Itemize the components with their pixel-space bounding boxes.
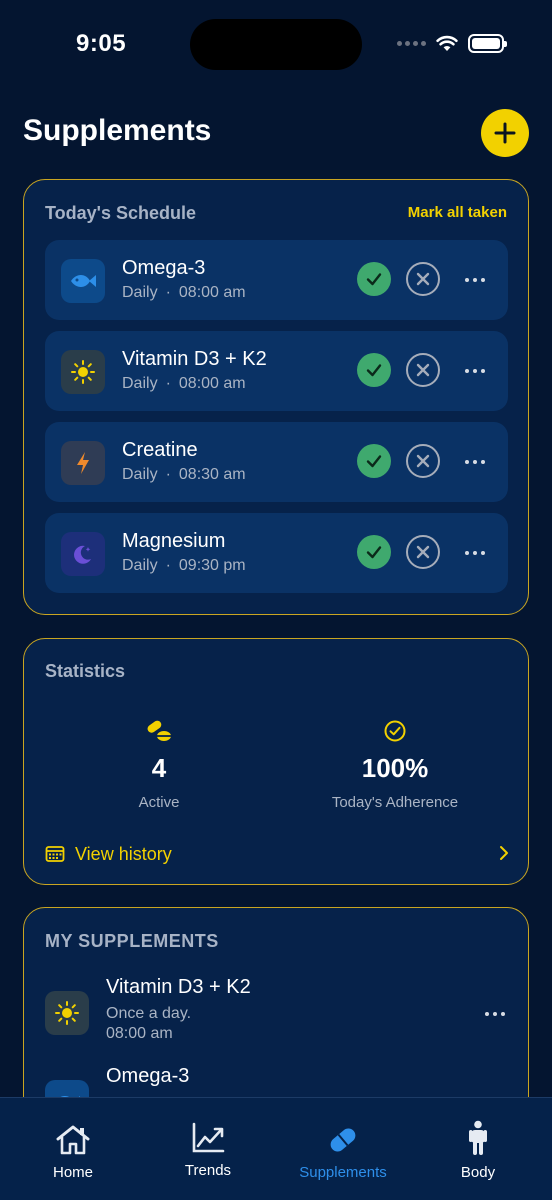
wifi-icon xyxy=(436,35,458,51)
schedule-item-meta: Daily · 08:00 am xyxy=(122,375,246,392)
sun-icon xyxy=(45,991,89,1035)
active-label: Active xyxy=(138,794,180,811)
tab-home[interactable]: Home xyxy=(4,1098,142,1200)
pills-icon xyxy=(59,717,259,745)
status-time: 9:05 xyxy=(76,30,127,57)
statistics-card: Statistics 4 Active 100% Today's Adheren… xyxy=(23,638,529,885)
home-icon xyxy=(4,1122,142,1158)
x-icon xyxy=(416,272,430,286)
schedule-item-magnesium[interactable]: Magnesium Daily · 09:30 pm xyxy=(45,513,508,593)
schedule-item-name: Creatine xyxy=(122,439,198,461)
mark-taken-button[interactable] xyxy=(357,353,391,387)
active-count: 4 xyxy=(151,753,167,783)
adherence-value: 100% xyxy=(361,753,429,783)
tab-label: Trends xyxy=(184,1162,232,1179)
my-supplement-schedule: Once a day. 08:00 am xyxy=(106,1005,192,1042)
todays-schedule-card: Today's Schedule Mark all taken Omega-3 … xyxy=(23,179,529,615)
skip-button[interactable] xyxy=(406,262,440,296)
schedule-item-creatine[interactable]: Creatine Daily · 08:30 am xyxy=(45,422,508,502)
schedule-item-omega-3[interactable]: Omega-3 Daily · 08:00 am xyxy=(45,240,508,320)
x-icon xyxy=(416,363,430,377)
add-supplement-button[interactable] xyxy=(481,109,529,157)
adherence-label: Today's Adherence xyxy=(331,794,459,811)
skip-button[interactable] xyxy=(406,353,440,387)
tab-supplements[interactable]: Supplements xyxy=(274,1098,412,1200)
tab-bar: Home Trends Supplements Body xyxy=(0,1097,552,1200)
body-icon xyxy=(409,1120,547,1156)
trends-icon xyxy=(139,1120,277,1156)
schedule-item-meta: Daily · 08:30 am xyxy=(122,466,246,483)
tab-label: Body xyxy=(460,1164,496,1181)
tab-label: Home xyxy=(52,1164,93,1181)
check-circle-icon xyxy=(295,717,495,745)
chevron-right-icon xyxy=(500,846,508,860)
schedule-title: Today's Schedule xyxy=(45,203,196,223)
my-supplements-title: MY SUPPLEMENTS xyxy=(45,931,219,951)
schedule-item-name: Magnesium xyxy=(122,530,226,552)
checkmark-icon xyxy=(366,455,382,468)
mark-taken-button[interactable] xyxy=(357,444,391,478)
mark-taken-button[interactable] xyxy=(357,262,391,296)
tab-trends[interactable]: Trends xyxy=(139,1098,277,1200)
more-options-button[interactable] xyxy=(460,361,490,381)
status-bar: 9:05 xyxy=(0,0,552,90)
x-icon xyxy=(416,454,430,468)
my-supplement-name: Omega-3 xyxy=(106,1065,190,1087)
tab-body[interactable]: Body xyxy=(409,1098,547,1200)
pill-icon xyxy=(274,1122,412,1158)
fish-icon xyxy=(61,259,105,303)
schedule-item-meta: Daily · 08:00 am xyxy=(122,284,246,301)
more-options-button[interactable] xyxy=(460,452,490,472)
skip-button[interactable] xyxy=(406,535,440,569)
mark-taken-button[interactable] xyxy=(357,535,391,569)
mark-all-taken-button[interactable]: Mark all taken xyxy=(408,204,507,221)
page-title: Supplements xyxy=(23,114,212,147)
sun-icon xyxy=(61,350,105,394)
more-options-button[interactable] xyxy=(460,543,490,563)
battery-icon xyxy=(468,34,507,53)
stat-active: 4 Active xyxy=(59,717,259,811)
schedule-item-meta: Daily · 09:30 pm xyxy=(122,557,246,574)
moon-icon xyxy=(61,532,105,576)
my-supplement-vitamin-d3-k2[interactable]: Vitamin D3 + K2 Once a day. 08:00 am xyxy=(45,976,510,1056)
checkmark-icon xyxy=(366,273,382,286)
plus-icon xyxy=(494,122,516,144)
bolt-icon xyxy=(61,441,105,485)
dynamic-island xyxy=(190,19,362,70)
checkmark-icon xyxy=(366,546,382,559)
my-supplement-name: Vitamin D3 + K2 xyxy=(106,976,251,998)
schedule-item-name: Omega-3 xyxy=(122,257,206,279)
view-history-button[interactable]: View history xyxy=(45,842,510,866)
status-icons xyxy=(397,34,507,53)
tab-label: Supplements xyxy=(299,1164,387,1181)
calendar-icon xyxy=(45,846,65,862)
x-icon xyxy=(416,545,430,559)
schedule-item-vitamin-d3-k2[interactable]: Vitamin D3 + K2 Daily · 08:00 am xyxy=(45,331,508,411)
cellular-signal-icon xyxy=(397,41,426,46)
statistics-title: Statistics xyxy=(45,661,126,681)
stat-adherence: 100% Today's Adherence xyxy=(295,717,495,811)
view-history-label: View history xyxy=(75,843,172,864)
skip-button[interactable] xyxy=(406,444,440,478)
checkmark-icon xyxy=(366,364,382,377)
schedule-item-name: Vitamin D3 + K2 xyxy=(122,348,267,370)
more-options-button[interactable] xyxy=(480,1004,510,1024)
more-options-button[interactable] xyxy=(460,270,490,290)
